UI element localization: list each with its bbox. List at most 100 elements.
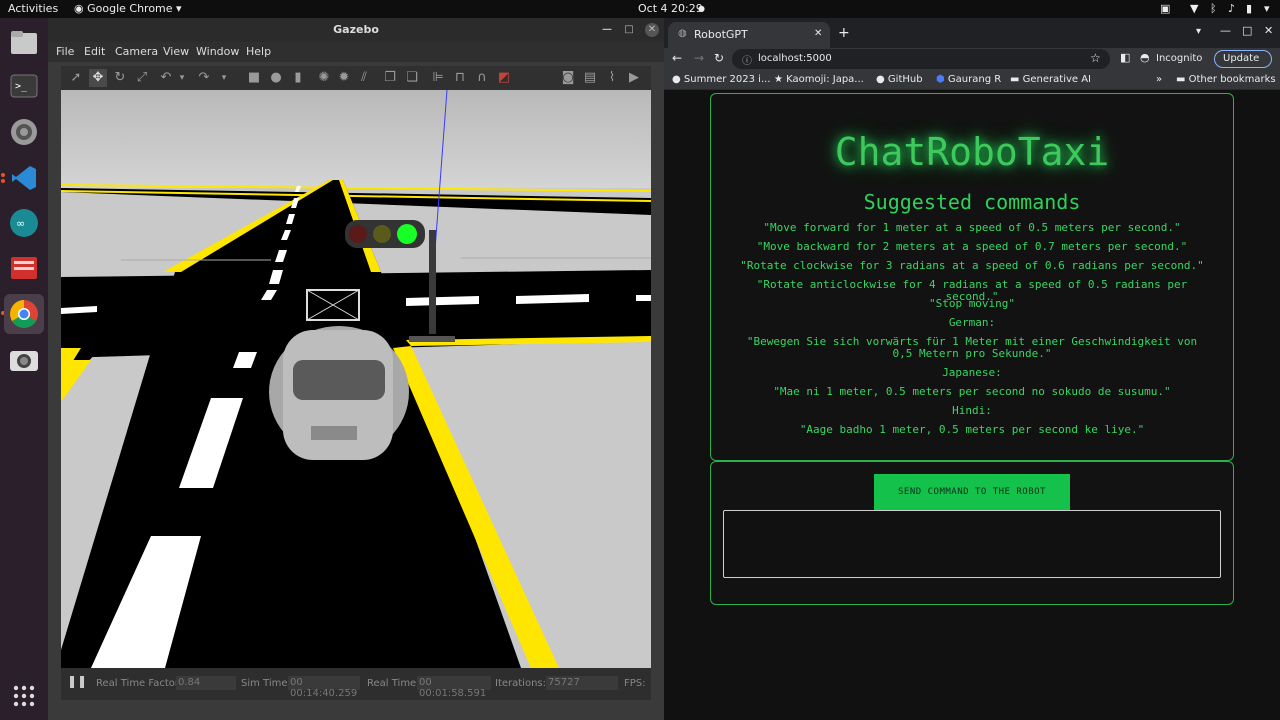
bookmark-item[interactable]: ● Summer 2023 i... [672, 74, 770, 85]
close-icon[interactable]: ✕ [645, 23, 659, 37]
cylinder-shape-icon[interactable]: ▮ [289, 69, 307, 87]
screenshot-icon[interactable]: ◙ [559, 69, 577, 87]
svg-text:>_: >_ [15, 81, 28, 92]
other-bookmarks-folder[interactable]: ▬ Other bookmarks [1176, 74, 1276, 85]
bookmark-star-icon[interactable]: ☆ [1090, 51, 1101, 65]
spot-light-icon[interactable]: ✹ [335, 69, 353, 87]
folder-icon: ▬ [1010, 74, 1020, 85]
point-light-icon[interactable]: ✺ [315, 69, 333, 87]
svg-text:∞: ∞ [16, 217, 25, 230]
folder-icon: ▬ [1176, 74, 1186, 85]
rotate-mode-icon[interactable]: ↻ [111, 69, 129, 87]
command-input[interactable] [723, 510, 1221, 578]
menu-edit[interactable]: Edit [84, 45, 105, 58]
real-time-value: 00 00:01:58.591 [417, 676, 491, 699]
minimize-icon[interactable]: — [1220, 24, 1231, 37]
translate-mode-icon[interactable]: ✥ [89, 69, 107, 87]
bookmarks-bar: ● Summer 2023 i... ★ Kaomoji: Japa... ● … [664, 70, 1280, 90]
clock[interactable]: Oct 4 20:29 [638, 2, 703, 15]
change-view-icon[interactable]: ◩ [495, 69, 513, 87]
tab-search-icon[interactable]: ▾ [1196, 26, 1201, 37]
suggested-command: "Move forward for 1 meter at a speed of … [763, 221, 1181, 234]
incognito-label[interactable]: Incognito [1156, 53, 1202, 64]
site-info-icon[interactable]: ⓘ [742, 52, 752, 67]
suggestions-panel: ChatRoboTaxi Suggested commands "Move fo… [710, 93, 1234, 461]
terminal-icon[interactable]: >_ [4, 66, 44, 106]
gazebo-titlebar[interactable]: Gazebo — □ ✕ [48, 18, 664, 42]
app-title: ChatRoboTaxi [834, 130, 1110, 174]
camera-icon[interactable] [4, 340, 44, 380]
tab-close-icon[interactable]: ✕ [814, 28, 822, 39]
menu-camera[interactable]: Camera [115, 45, 158, 58]
redo-dropdown-icon[interactable]: ▾ [215, 69, 233, 87]
maximize-icon[interactable]: □ [1242, 24, 1252, 37]
chrome-small-icon: ◉ [74, 2, 84, 15]
sphere-shape-icon[interactable]: ● [267, 69, 285, 87]
vscode-icon[interactable] [4, 158, 44, 198]
gazebo-window: Gazebo — □ ✕ File Edit Camera View Windo… [48, 18, 664, 720]
sim-time-value: 00 00:14:40.259 [288, 676, 360, 699]
rtf-value: 0.84 [176, 676, 236, 690]
redo-icon[interactable]: ↷ [195, 69, 213, 87]
battery-icon[interactable]: ▮ [1246, 2, 1252, 15]
select-mode-icon[interactable]: ➚ [67, 69, 85, 87]
command-panel: SEND COMMAND TO THE ROBOT [710, 461, 1234, 605]
menu-window[interactable]: Window [196, 45, 239, 58]
undo-dropdown-icon[interactable]: ▾ [173, 69, 191, 87]
align-icon[interactable]: ⊫ [429, 69, 447, 87]
arduino-icon[interactable]: ∞ [4, 203, 44, 243]
address-bar[interactable]: ⓘ localhost:5000 ☆ [732, 49, 1110, 69]
bookmark-item[interactable]: ● GitHub [876, 74, 923, 85]
incognito-icon: ◓ [1140, 51, 1150, 64]
snap-icon[interactable]: ⊓ [451, 69, 469, 87]
volume-icon[interactable]: ♪ [1228, 2, 1235, 15]
fps-label: FPS: [624, 678, 646, 689]
iterations-label: Iterations: [495, 678, 546, 689]
camera-indicator-icon[interactable]: ▣ [1160, 2, 1170, 15]
bookmark-item[interactable]: ★ Kaomoji: Japa... [774, 74, 864, 85]
send-command-button[interactable]: SEND COMMAND TO THE ROBOT [874, 474, 1070, 510]
pause-icon[interactable]: ❚❚ [67, 674, 87, 688]
more-bookmarks-icon[interactable]: » [1156, 74, 1162, 85]
gazebo-status-bar: ❚❚ Real Time Factor: 0.84 Sim Time: 00 0… [61, 668, 651, 700]
system-menu-chevron-icon[interactable]: ▾ [1264, 2, 1270, 15]
update-button[interactable]: Update ⋮ [1214, 50, 1272, 80]
box-shape-icon[interactable]: ■ [245, 69, 263, 87]
app-icon[interactable] [4, 248, 44, 288]
shield-icon: ⬢ [936, 74, 945, 85]
video-record-icon[interactable]: ▶ [625, 69, 643, 87]
directional-light-icon[interactable]: ⫽ [355, 69, 373, 87]
wifi-icon[interactable]: ▼ [1190, 2, 1198, 15]
activities-button[interactable]: Activities [8, 2, 58, 15]
bluetooth-icon[interactable]: ᛒ [1210, 2, 1217, 15]
bookmark-folder[interactable]: ▬ Generative AI [1010, 74, 1091, 85]
bookmark-item[interactable]: ⬢ Gaurang R [936, 74, 1001, 85]
sim-time-label: Sim Time: [241, 678, 291, 689]
rtf-label: Real Time Factor: [96, 678, 183, 689]
magnet-icon[interactable]: ∩ [473, 69, 491, 87]
close-icon[interactable]: ✕ [1264, 24, 1273, 37]
chrome-icon[interactable] [4, 294, 44, 334]
side-panel-icon[interactable]: ◧ [1120, 51, 1130, 64]
reload-icon[interactable]: ↻ [714, 51, 724, 65]
plot-icon[interactable]: ⌇ [603, 69, 621, 87]
show-applications-icon[interactable] [4, 676, 44, 716]
new-tab-icon[interactable]: + [838, 25, 850, 41]
system-top-bar: Activities ◉ Google Chrome ▾ Oct 4 20:29… [0, 0, 1280, 18]
menu-file[interactable]: File [56, 45, 74, 58]
maximize-icon[interactable]: □ [622, 23, 636, 37]
settings-icon[interactable] [4, 112, 44, 152]
focused-app-menu[interactable]: ◉ Google Chrome ▾ [74, 2, 182, 15]
copy-icon[interactable]: ❐ [381, 69, 399, 87]
tab-robotgpt[interactable]: ◍ RobotGPT ✕ [668, 22, 830, 48]
files-icon[interactable] [4, 22, 44, 62]
log-icon[interactable]: ▤ [581, 69, 599, 87]
forward-icon[interactable]: → [694, 51, 704, 65]
minimize-icon[interactable]: — [600, 23, 614, 37]
scale-mode-icon[interactable]: ⤢ [133, 69, 151, 87]
3d-viewport[interactable] [61, 89, 651, 668]
paste-icon[interactable]: ❏ [403, 69, 421, 87]
back-icon[interactable]: ← [672, 51, 682, 65]
menu-help[interactable]: Help [246, 45, 271, 58]
menu-view[interactable]: View [163, 45, 189, 58]
